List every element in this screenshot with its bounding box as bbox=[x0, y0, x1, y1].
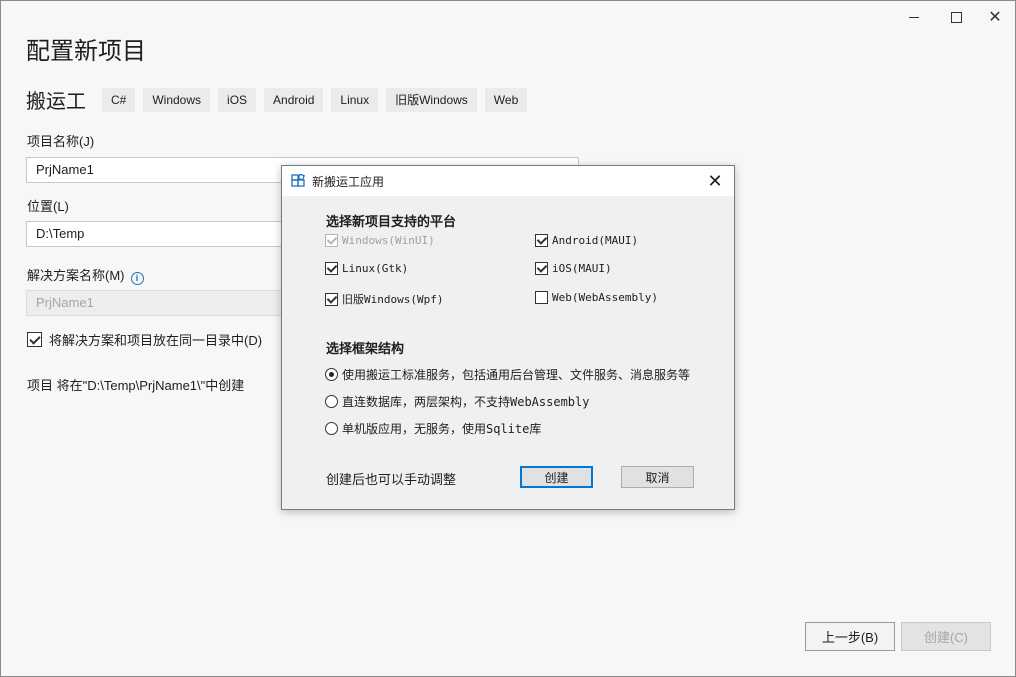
dialog-hint: 创建后也可以手动调整 bbox=[326, 472, 457, 487]
maximize-icon bbox=[950, 11, 962, 23]
framework-option-standard[interactable]: 使用搬运工标准服务，包括通用后台管理、文件服务、消息服务等 bbox=[325, 366, 690, 383]
info-icon[interactable]: i bbox=[130, 272, 144, 285]
platform-checkbox[interactable] bbox=[535, 262, 548, 275]
framework-option-direct-db[interactable]: 直连数据库，两层架构，不支持WebAssembly bbox=[325, 393, 589, 410]
template-name: 搬运工 bbox=[26, 91, 86, 113]
solution-name-label-row: 解决方案名称(M) i bbox=[27, 265, 144, 285]
platform-option-legacy-wpf[interactable]: 旧版Windows(Wpf) bbox=[325, 291, 443, 307]
location-label: 位置(L) bbox=[27, 199, 69, 214]
project-name-label: 项目名称(J) bbox=[27, 134, 95, 149]
create-button: 创建(C) bbox=[901, 622, 991, 651]
platform-option-linux[interactable]: Linux(Gtk) bbox=[325, 262, 408, 275]
tag-legacy-windows: 旧版Windows bbox=[386, 87, 477, 112]
tag-csharp: C# bbox=[102, 87, 136, 112]
platform-label: Android(MAUI) bbox=[552, 234, 639, 247]
minimize-icon bbox=[909, 16, 919, 18]
platform-label: Web(WebAssembly) bbox=[552, 291, 658, 304]
platform-option-web[interactable]: Web(WebAssembly) bbox=[535, 291, 658, 304]
dialog-cancel-button[interactable]: 取消 bbox=[621, 466, 694, 488]
tag-web: Web bbox=[484, 87, 528, 112]
framework-option-standalone[interactable]: 单机版应用，无服务，使用Sqlite库 bbox=[325, 420, 541, 437]
page-title: 配置新项目 bbox=[26, 38, 146, 65]
solution-name-label: 解决方案名称(M) bbox=[27, 268, 125, 283]
app-icon bbox=[291, 173, 305, 188]
platform-label: Windows(WinUI) bbox=[342, 234, 435, 247]
dialog-title: 新搬运工应用 bbox=[312, 174, 385, 189]
new-app-dialog: 新搬运工应用 ✕ 选择新项目支持的平台 Windows(WinUI) Andro… bbox=[281, 165, 735, 510]
tag-android: Android bbox=[264, 87, 324, 112]
same-dir-option[interactable]: 将解决方案和项目放在同一目录中(D) bbox=[27, 330, 262, 349]
framework-label: 直连数据库，两层架构，不支持WebAssembly bbox=[342, 395, 590, 409]
framework-radio[interactable] bbox=[325, 422, 338, 435]
framework-section-title: 选择框架结构 bbox=[326, 341, 405, 356]
platform-checkbox[interactable] bbox=[325, 292, 338, 306]
dialog-close-button[interactable]: ✕ bbox=[704, 170, 726, 192]
platform-label: Linux(Gtk) bbox=[342, 262, 409, 275]
framework-radio[interactable] bbox=[325, 395, 338, 408]
platform-label: 旧版Windows(Wpf) bbox=[342, 293, 444, 306]
framework-label: 单机版应用，无服务，使用Sqlite库 bbox=[342, 422, 542, 436]
minimize-button[interactable] bbox=[897, 5, 931, 29]
tag-ios: iOS bbox=[218, 87, 257, 112]
close-icon: ✕ bbox=[707, 171, 723, 191]
framework-label: 使用搬运工标准服务，包括通用后台管理、文件服务、消息服务等 bbox=[342, 368, 691, 382]
same-dir-label: 将解决方案和项目放在同一目录中(D) bbox=[49, 333, 263, 348]
tag-windows: Windows bbox=[143, 87, 211, 112]
platform-option-windows-winui: Windows(WinUI) bbox=[325, 234, 435, 247]
platform-checkbox bbox=[325, 234, 338, 247]
platform-option-android[interactable]: Android(MAUI) bbox=[535, 234, 638, 247]
tag-linux: Linux bbox=[331, 87, 379, 112]
platform-section-title: 选择新项目支持的平台 bbox=[326, 214, 457, 229]
platform-checkbox[interactable] bbox=[325, 262, 338, 275]
maximize-button[interactable] bbox=[939, 5, 973, 29]
dialog-titlebar: 新搬运工应用 ✕ bbox=[282, 166, 734, 196]
back-button[interactable]: 上一步(B) bbox=[805, 622, 895, 651]
framework-radio[interactable] bbox=[325, 368, 338, 381]
dialog-create-button[interactable]: 创建 bbox=[520, 466, 593, 488]
template-header: 搬运工 C# Windows iOS Android Linux 旧版Windo… bbox=[26, 85, 535, 114]
create-location-note: 项目 将在"D:\Temp\PrjName1\"中创建 bbox=[27, 378, 245, 393]
platform-label: iOS(MAUI) bbox=[552, 262, 612, 275]
close-icon: ✕ bbox=[988, 9, 1002, 26]
close-button[interactable]: ✕ bbox=[978, 5, 1012, 29]
platform-option-ios[interactable]: iOS(MAUI) bbox=[535, 262, 612, 275]
platform-checkbox[interactable] bbox=[535, 234, 548, 247]
same-dir-checkbox[interactable] bbox=[27, 332, 42, 347]
platform-checkbox[interactable] bbox=[535, 291, 548, 304]
